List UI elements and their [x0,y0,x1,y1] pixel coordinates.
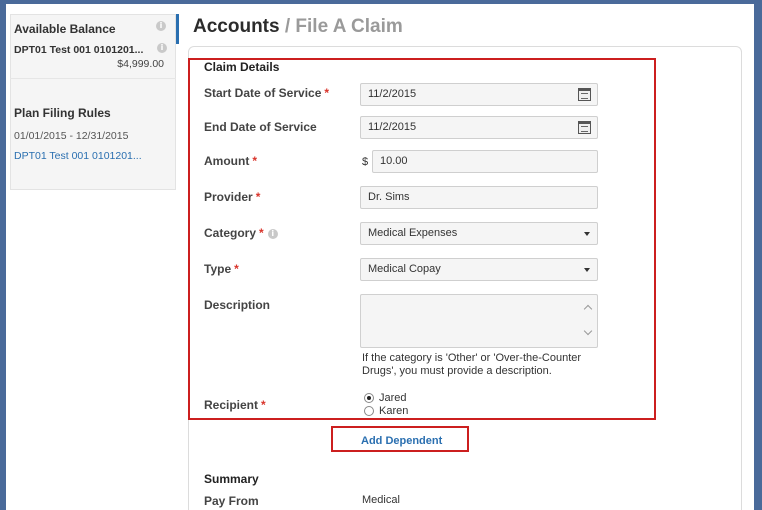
sidebar-active-accent [176,14,179,44]
sidebar [10,14,176,190]
provider-label: Provider * [204,190,261,204]
pay-from-label: Pay From [204,494,259,508]
info-icon[interactable]: i [157,43,167,53]
radio-icon[interactable] [364,406,374,416]
sidebar-account-name: DPT01 Test 001 0101201... [14,44,144,56]
currency-symbol: $ [362,156,369,168]
breadcrumb-separator: / [284,16,291,37]
breadcrumb-current: File A Claim [295,16,403,37]
description-label: Description [204,298,271,312]
breadcrumb-accounts[interactable]: Accounts [193,16,280,37]
plan-date-range: 01/01/2015 - 12/31/2015 [14,130,129,142]
chevron-down-icon [584,232,590,236]
summary-heading: Summary [204,472,259,486]
recipient-option[interactable]: Jared [364,392,407,404]
end-date-input[interactable]: 11/2/2015 [360,116,598,139]
category-label: Category * i [204,226,278,240]
available-balance-title: Available Balance [14,22,116,36]
recipient-label: Recipient * [204,398,266,412]
type-label: Type * [204,262,239,276]
sidebar-divider [10,78,176,79]
provider-input[interactable]: Dr. Sims [360,186,598,209]
window-frame-right [754,0,762,510]
info-icon[interactable]: i [156,21,166,31]
calendar-icon[interactable] [578,88,591,101]
amount-label: Amount * [204,154,257,168]
radio-icon[interactable] [364,393,374,404]
page-title: Accounts / File A Claim [193,16,403,38]
add-dependent-link[interactable]: Add Dependent [361,435,442,447]
plan-account-link[interactable]: DPT01 Test 001 0101201... [14,150,142,162]
calendar-icon[interactable] [578,121,591,134]
claim-details-heading: Claim Details [204,60,280,74]
description-help-text: If the category is 'Other' or 'Over-the-… [362,352,582,377]
info-icon[interactable]: i [267,228,278,239]
scroll-up-icon[interactable] [583,304,593,314]
available-balance-amount: $4,999.00 [117,58,164,70]
type-select[interactable]: Medical Copay [360,258,598,281]
description-textarea[interactable] [360,294,598,348]
amount-input[interactable]: 10.00 [372,150,598,173]
plan-filing-rules-title: Plan Filing Rules [14,106,111,120]
scroll-down-icon[interactable] [583,326,593,336]
recipient-option[interactable]: Karen [364,405,408,416]
start-date-label: Start Date of Service * [204,86,330,100]
window-frame-left [0,0,6,510]
chevron-down-icon [584,268,590,272]
start-date-input[interactable]: 11/2/2015 [360,83,598,106]
category-select[interactable]: Medical Expenses [360,222,598,245]
end-date-label: End Date of Service [204,120,317,134]
window-frame-top [0,0,762,4]
pay-from-value: Medical [362,494,400,506]
